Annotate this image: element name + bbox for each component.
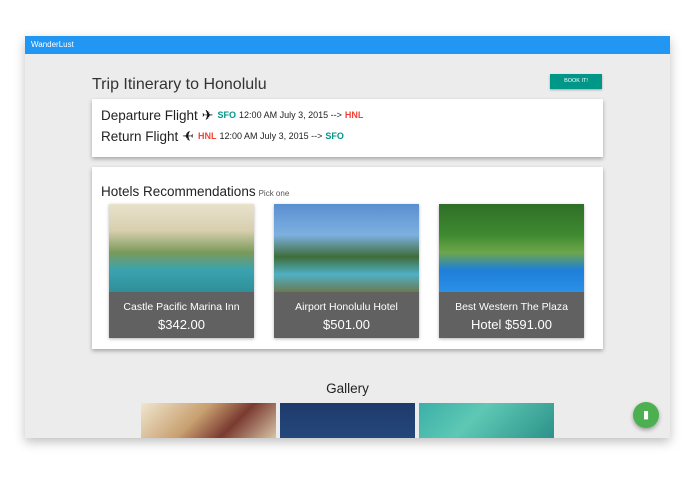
hotel-name: Castle Pacific Marina Inn [123, 301, 240, 313]
gallery-title: Gallery [326, 381, 369, 396]
gallery-image[interactable] [141, 403, 276, 438]
page-title: Trip Itinerary to Honolulu [92, 76, 267, 93]
departure-time: 12:00 AM July 3, 2015 --> [239, 110, 342, 120]
hotel-card[interactable]: Best Western The Plaza Hotel $591.00 [439, 204, 584, 338]
itinerary-header: Trip Itinerary to Honolulu BOOK IT! [92, 74, 602, 98]
return-from-code: HNL [198, 131, 217, 141]
gallery-image[interactable] [280, 403, 415, 438]
hotels-card: Hotels Recommendations Pick one Castle Pa… [92, 167, 603, 349]
departure-flight-row: Departure Flight ✈ SFO 12:00 AM July 3, … [101, 105, 366, 125]
hotels-subtitle: Pick one [258, 189, 290, 198]
hotel-card[interactable]: Airport Honolulu Hotel $501.00 [274, 204, 419, 338]
airplane-icon: ✈ [201, 106, 214, 123]
book-it-button[interactable]: BOOK IT! [550, 74, 602, 89]
app-bar: WanderLust [25, 36, 670, 54]
hotel-card[interactable]: Castle Pacific Marina Inn $342.00 [109, 204, 254, 338]
hotel-photo [274, 204, 419, 292]
hotel-price: Hotel $591.00 [471, 317, 552, 332]
hotels-title: Hotels Recommendations [101, 184, 256, 199]
departure-to-code: HNL [344, 110, 364, 120]
return-to-code: SFO [325, 131, 344, 141]
return-flight-row: Return Flight ✈ HNL 12:00 AM July 3, 201… [101, 126, 347, 146]
hotel-photo [439, 204, 584, 292]
book-fab-button[interactable]: ▮ [633, 402, 659, 428]
return-time: 12:00 AM July 3, 2015 --> [219, 131, 323, 141]
departure-flight-label: Departure Flight [101, 107, 198, 123]
hotel-name: Best Western The Plaza [455, 301, 568, 313]
hotels-heading: Hotels Recommendations Pick one [101, 184, 289, 199]
app-window: WanderLust Trip Itinerary to Honolulu BO… [25, 36, 670, 438]
return-flight-label: Return Flight [101, 128, 179, 144]
gallery-image[interactable] [419, 403, 554, 438]
departure-from-code: SFO [217, 110, 237, 120]
hotel-price: $501.00 [323, 317, 370, 332]
flights-card: Departure Flight ✈ SFO 12:00 AM July 3, … [92, 99, 603, 157]
airplane-icon: ✈ [182, 127, 195, 144]
hotel-name: Airport Honolulu Hotel [295, 301, 398, 313]
hotel-price: $342.00 [158, 317, 205, 332]
book-icon: ▮ [642, 409, 650, 421]
app-title: WanderLust [31, 40, 74, 49]
hotel-photo [109, 204, 254, 292]
